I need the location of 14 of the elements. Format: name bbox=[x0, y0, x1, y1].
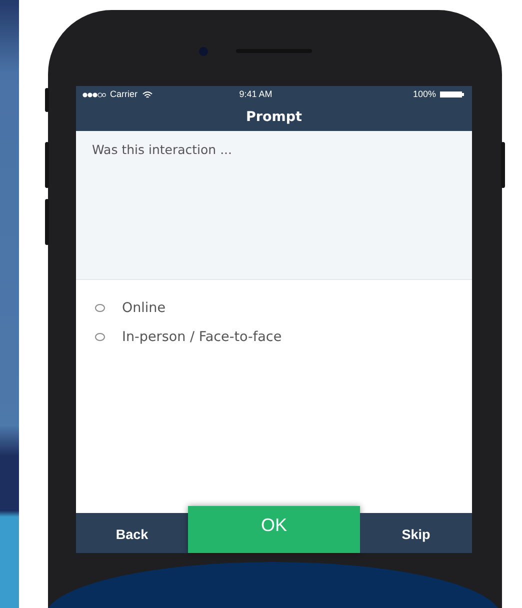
radio-icon[interactable] bbox=[95, 304, 105, 312]
battery-level: 100% bbox=[412, 88, 436, 101]
carrier-name: Carrier bbox=[110, 88, 138, 101]
signal-icon bbox=[82, 92, 106, 98]
prompt-text: Was this interaction ... bbox=[92, 141, 233, 159]
screen-title: Prompt bbox=[246, 108, 302, 127]
status-time: 9:41 AM bbox=[239, 88, 272, 101]
wifi-icon bbox=[142, 90, 153, 98]
radio-icon[interactable] bbox=[95, 333, 105, 342]
battery-icon bbox=[440, 91, 464, 98]
option-label: Online bbox=[122, 299, 166, 318]
option-label: In-person / Face-to-face bbox=[122, 328, 282, 348]
radio-option[interactable]: In-person / Face-to-face bbox=[95, 327, 472, 348]
radio-option[interactable]: Online bbox=[95, 298, 472, 318]
